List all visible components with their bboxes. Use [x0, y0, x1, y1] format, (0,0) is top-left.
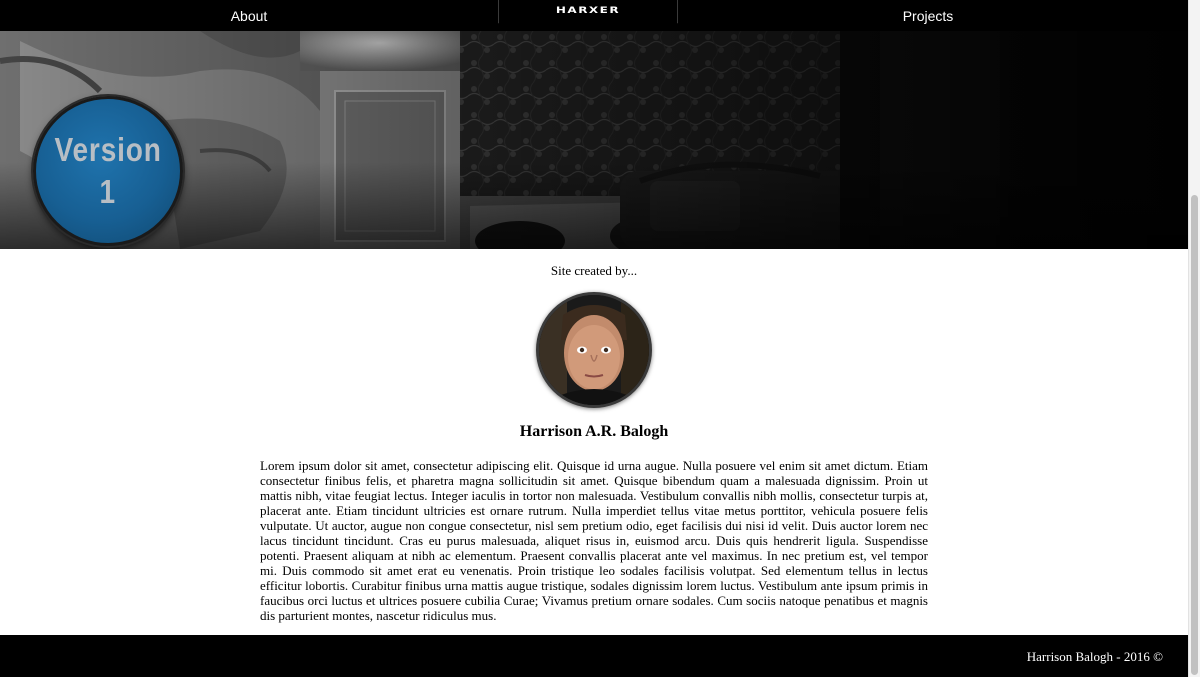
credit-text: Site created by...: [550, 263, 638, 278]
version-badge-number: 1: [99, 173, 117, 210]
version-badge: Version 1: [33, 96, 183, 246]
footer: Harrison Balogh - 2016 ©: [0, 635, 1188, 677]
site-logo[interactable]: HARXER: [498, 0, 678, 24]
page-scrollbar[interactable]: [1188, 0, 1200, 677]
hero-banner: Version 1: [0, 31, 1188, 249]
author-avatar: [536, 292, 652, 408]
nav-about-link[interactable]: About: [0, 0, 498, 31]
top-nav: About HARXER Projects: [0, 0, 1188, 31]
author-name: Harrison A.R. Balogh: [519, 423, 669, 440]
nav-projects-link[interactable]: Projects: [678, 0, 1178, 31]
hero-photo: [0, 31, 1188, 249]
scrollbar-thumb[interactable]: [1191, 195, 1198, 675]
author-portrait-image: [539, 295, 649, 405]
footer-copyright: Harrison Balogh - 2016 ©: [1026, 649, 1163, 664]
version-badge-label: Version: [54, 131, 162, 168]
author-bio: Lorem ipsum dolor sit amet, consectetur …: [260, 458, 928, 623]
